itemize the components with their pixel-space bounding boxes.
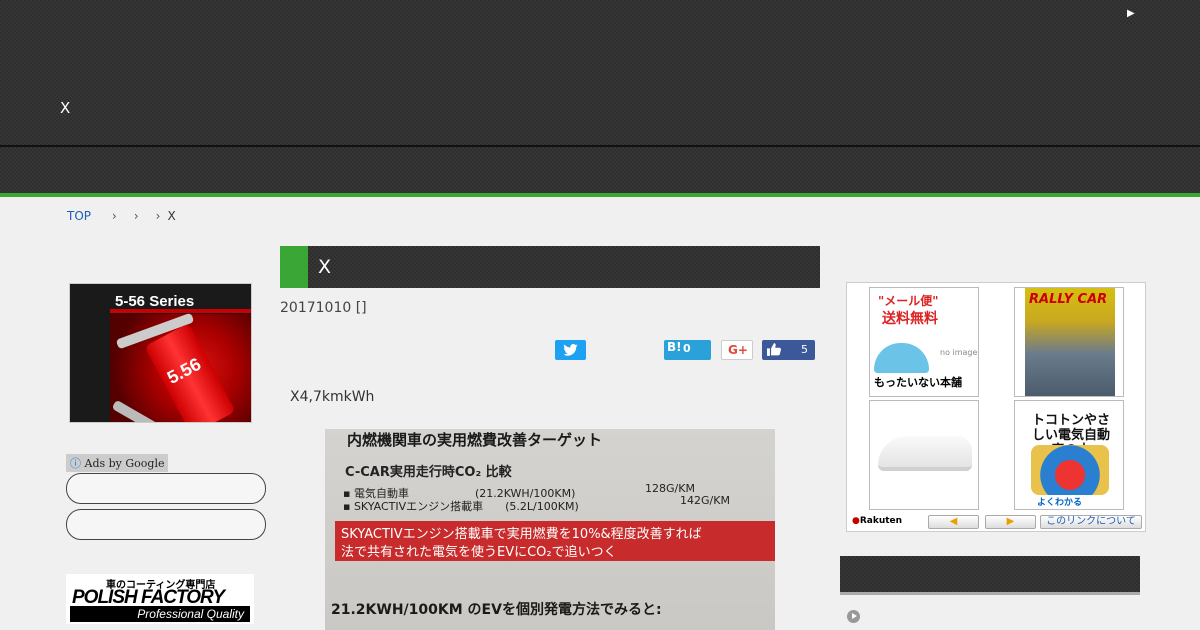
rakuten-widget: "メール便" 送料無料 no image もったいない本舗 RALLY CAR …: [846, 282, 1146, 532]
sidebar-ad-image[interactable]: 5.56 5-56 Series: [69, 283, 252, 423]
product-subtitle: よくわかる: [1037, 498, 1083, 508]
rakuten-prev-button[interactable]: ◀: [928, 515, 979, 529]
rakuten-about-link[interactable]: このリンクについて: [1040, 515, 1142, 529]
breadcrumb: TOP › › › X: [67, 209, 176, 223]
article-date: 20171010 []: [280, 300, 367, 316]
hatena-count: 0: [683, 342, 691, 355]
photo-text-line: 142G/KM: [680, 494, 730, 507]
ad-link-button[interactable]: [66, 509, 266, 540]
book-cover-image: RALLY CAR: [1025, 288, 1115, 396]
site-header: [0, 0, 1200, 145]
photo-text-line: 法で共有された電気を使うEVにCO₂で追いつく: [341, 545, 617, 560]
sidebar-widget-header: [840, 556, 1140, 595]
car-illustration: [1031, 445, 1109, 495]
photo-text-line: C-CAR実用走行時CO₂ 比較: [345, 465, 512, 480]
book-cover-image: トコトンやさしい電気自動車の本 よくわかる: [1025, 401, 1115, 509]
ad-link-button[interactable]: [66, 473, 266, 504]
rakuten-product-item[interactable]: RALLY CAR: [1014, 287, 1124, 397]
product-title: "メール便": [878, 294, 939, 308]
title-accent: [280, 246, 308, 288]
rakuten-product-item[interactable]: "メール便" 送料無料 no image もったいない本舗: [869, 287, 979, 397]
wrench-icon: [111, 399, 169, 422]
play-circle-icon[interactable]: [847, 610, 860, 623]
ad-image-title: 5-56 Series: [115, 293, 195, 310]
article-title-bar: X: [280, 246, 820, 288]
photo-text-line: ▪ SKYACTIVエンジン搭載車 (5.2L/100KM): [343, 500, 579, 513]
google-plus-icon: G+: [728, 343, 748, 357]
photo-red-band: SKYACTIVエンジン搭載車で実用燃費を10%&程度改善すれば 法で共有された…: [335, 521, 775, 561]
ads-by-google-label[interactable]: ⓘ Ads by Google: [66, 454, 169, 472]
product-subtitle: 送料無料: [882, 311, 938, 327]
polish-quality: Professional Quality: [70, 606, 250, 622]
article-lead: X4,7kmkWh: [290, 389, 375, 405]
hatena-icon: B!: [667, 340, 682, 354]
wave-image: [874, 343, 929, 373]
rakuten-logo[interactable]: ●Rakuten: [852, 516, 902, 526]
photo-text-line: 21.2KWH/100KM のEVを個別発電方法でみると:: [331, 602, 662, 618]
product-title: RALLY CAR: [1029, 292, 1108, 307]
site-title[interactable]: X: [60, 99, 70, 117]
ads-by-google-text: Ads by Google: [84, 457, 165, 470]
breadcrumb-separator: ›: [155, 209, 161, 223]
nav-bar: [0, 147, 1200, 194]
info-icon: ⓘ: [70, 457, 81, 470]
thumbs-up-icon: [767, 343, 781, 356]
shop-name: もったいない本舗: [874, 376, 962, 389]
sneaker-image: [878, 436, 972, 471]
can-label: 5.56: [163, 353, 205, 388]
photo-text-line: 内燃機関車の実用燃費改善ターゲット: [347, 431, 603, 449]
article-title: X: [318, 256, 332, 278]
play-icon[interactable]: ▶: [1127, 8, 1135, 19]
breadcrumb-separator: ›: [133, 209, 139, 223]
google-plus-share-button[interactable]: G+: [721, 340, 753, 360]
polish-factory-banner[interactable]: 車のコーティング専門店 POLISH FACTORY Professional …: [66, 574, 254, 624]
twitter-icon: [563, 344, 578, 356]
hatena-bookmark-button[interactable]: B! 0: [664, 340, 711, 360]
rakuten-next-button[interactable]: ▶: [985, 515, 1036, 529]
nav-accent-line: [0, 193, 1200, 197]
rakuten-logo-text: Rakuten: [859, 516, 903, 526]
photo-text-line: SKYACTIVエンジン搭載車で実用燃費を10%&程度改善すれば: [341, 527, 702, 542]
facebook-count: 5: [801, 343, 808, 356]
breadcrumb-separator: ›: [112, 209, 117, 223]
breadcrumb-current: X: [167, 209, 176, 223]
article-photo: 内燃機関車の実用燃費改善ターゲット C-CAR実用走行時CO₂ 比較 ▪ 電気自…: [325, 429, 775, 630]
facebook-like-button[interactable]: 5: [762, 340, 815, 360]
no-image-label: no image: [940, 348, 978, 357]
twitter-share-button[interactable]: [555, 340, 586, 360]
breadcrumb-top-link[interactable]: TOP: [67, 209, 91, 223]
rakuten-product-item[interactable]: [869, 400, 979, 510]
rakuten-product-item[interactable]: トコトンやさしい電気自動車の本 よくわかる: [1014, 400, 1124, 510]
